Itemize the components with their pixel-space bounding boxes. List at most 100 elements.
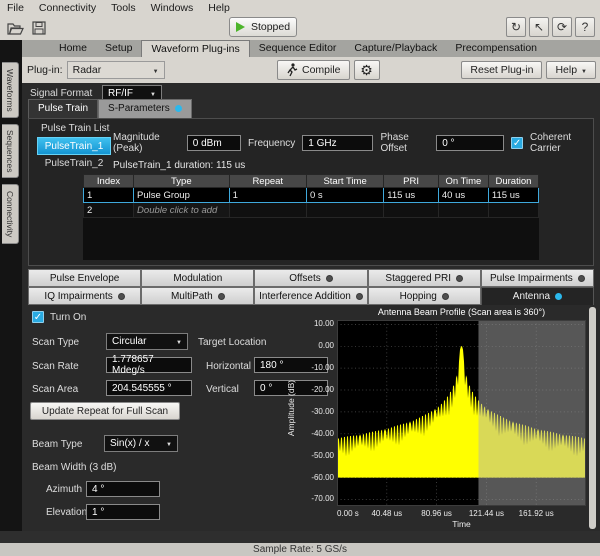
coherent-carrier-checkbox[interactable] (511, 137, 523, 149)
table-cell[interactable] (438, 203, 488, 218)
table-cell[interactable] (229, 203, 306, 218)
menu-help[interactable]: Help (208, 2, 230, 14)
menu-file[interactable]: File (7, 2, 24, 14)
scan-type-select[interactable]: Circular (106, 333, 188, 350)
column-header-index[interactable]: Index (84, 175, 134, 188)
tab-s-parameters[interactable]: S-Parameters (98, 99, 192, 118)
table-cell[interactable]: 2 (84, 203, 134, 218)
column-header-repeat[interactable]: Repeat (229, 175, 306, 188)
table-cell[interactable]: 115 us (488, 188, 538, 203)
pulse-table-container: IndexTypeRepeatStart TimePRIOn TimeDurat… (83, 174, 539, 260)
table-cell[interactable]: 1 (229, 188, 306, 203)
compile-settings-button[interactable] (354, 60, 380, 80)
status-dot-icon (175, 105, 182, 112)
tab-sequence-editor[interactable]: Sequence Editor (250, 40, 346, 57)
elevation-input[interactable]: 1 ° (86, 504, 160, 520)
y-axis-title: Amplitude (dB) (286, 363, 296, 453)
column-header-pri[interactable]: PRI (384, 175, 439, 188)
antenna-scrollbar[interactable] (589, 307, 596, 529)
table-cell[interactable]: Pulse Group (134, 188, 230, 203)
compile-button[interactable]: Compile (277, 60, 350, 80)
tab-setup[interactable]: Setup (96, 40, 141, 57)
x-axis-labels: 0.00 s40.48 us80.96 us121.44 us161.92 us (337, 509, 586, 519)
application-window: File Connectivity Tools Windows Help Stopped… (0, 0, 600, 556)
beam-type-select[interactable]: Sin(x) / x (104, 435, 178, 452)
magnitude-input[interactable]: 0 dBm (187, 135, 241, 151)
tab-capture-playback[interactable]: Capture/Playback (345, 40, 446, 57)
azimuth-input[interactable]: 4 ° (86, 481, 160, 497)
tab-staggered-pri[interactable]: Staggered PRI (368, 269, 481, 287)
table-row[interactable]: 2Double click to add (84, 203, 539, 218)
plugin-select[interactable]: Radar (67, 61, 165, 79)
column-header-duration[interactable]: Duration (488, 175, 538, 188)
tab-modulation[interactable]: Modulation (141, 269, 254, 287)
plugin-selected-value: Radar (73, 64, 102, 76)
table-cell[interactable]: 115 us (384, 188, 439, 203)
tab-label: Antenna (513, 291, 550, 302)
menu-windows[interactable]: Windows (151, 2, 194, 14)
tab-pulse-impairments[interactable]: Pulse Impairments (481, 269, 594, 287)
chevron-down-icon (581, 64, 587, 76)
table-cell[interactable]: 0 s (306, 188, 383, 203)
menu-tools[interactable]: Tools (111, 2, 136, 14)
rail-tab-waveforms[interactable]: Waveforms (2, 62, 19, 118)
chart-rest-region (478, 320, 586, 506)
column-header-on-time[interactable]: On Time (438, 175, 488, 188)
pulse-train-list: PulseTrain_1PulseTrain_2 (37, 137, 111, 173)
about-help-icon[interactable]: ? (575, 17, 595, 37)
tab-hopping[interactable]: Hopping (368, 287, 481, 305)
save-icon[interactable] (29, 18, 49, 37)
rail-tab-connectivity[interactable]: Connectivity (2, 184, 19, 244)
tab-multipath[interactable]: MultiPath (141, 287, 254, 305)
scan-area-input[interactable]: 204.545555 ° (106, 380, 192, 396)
compile-group: Compile (277, 60, 380, 80)
tab-label: Pulse Train (38, 103, 88, 114)
update-repeat-button[interactable]: Update Repeat for Full Scan (30, 402, 180, 420)
tab-antenna[interactable]: Antenna (481, 287, 594, 305)
beam-width-label: Beam Width (3 dB) (32, 462, 116, 473)
table-cell[interactable]: 40 us (438, 188, 488, 203)
tab-pulse-envelope[interactable]: Pulse Envelope (28, 269, 141, 287)
open-file-icon[interactable] (5, 18, 25, 37)
list-item-pulsetrain-1[interactable]: PulseTrain_1 (37, 137, 111, 155)
tab-iq-impairments[interactable]: IQ Impairments (28, 287, 141, 305)
status-dot-icon (555, 293, 562, 300)
help-button[interactable]: Help (546, 61, 596, 79)
column-header-start-time[interactable]: Start Time (306, 175, 383, 188)
tab-label: Pulse Impairments (490, 273, 573, 284)
run-state-button[interactable]: Stopped (229, 17, 297, 37)
plugin-bar-right: Reset Plug-in Help (461, 61, 596, 79)
y-axis-tick-label: 0.00 (299, 341, 334, 350)
status-dot-icon (456, 275, 463, 282)
tab-home[interactable]: Home (50, 40, 96, 57)
table-cell[interactable] (306, 203, 383, 218)
table-row[interactable]: 1Pulse Group10 s115 us40 us115 us (84, 188, 539, 203)
refresh-icon[interactable]: ↻ (506, 17, 526, 37)
reload-icon[interactable]: ⟳ (552, 17, 572, 37)
tab-precompensation[interactable]: Precompensation (446, 40, 546, 57)
tab-offsets[interactable]: Offsets (254, 269, 367, 287)
table-cell[interactable]: 1 (84, 188, 134, 203)
table-cell[interactable] (384, 203, 439, 218)
phase-offset-input[interactable]: 0 ° (436, 135, 504, 151)
scan-rate-input[interactable]: 1.778657 Mdeg/s (106, 357, 192, 373)
menu-connectivity[interactable]: Connectivity (39, 2, 96, 14)
reset-plugin-button[interactable]: Reset Plug-in (461, 61, 542, 79)
list-item-pulsetrain-2[interactable]: PulseTrain_2 (37, 155, 111, 173)
turn-on-checkbox[interactable] (32, 311, 44, 323)
column-header-type[interactable]: Type (134, 175, 230, 188)
restore-icon[interactable]: ↖ (529, 17, 549, 37)
pulse-train-panel: Pulse Train List PulseTrain_1PulseTrain_… (28, 118, 594, 266)
tab-waveform-plug-ins[interactable]: Waveform Plug-ins (141, 40, 249, 57)
status-dot-icon (218, 293, 225, 300)
horizontal-label: Horizontal (206, 361, 251, 372)
table-cell[interactable] (488, 203, 538, 218)
table-cell[interactable]: Double click to add (134, 203, 230, 218)
rail-tab-sequences[interactable]: Sequences (2, 124, 19, 178)
plugin-toolbar: Plug-in: Radar Compile Reset Plug-in Hel… (22, 57, 600, 83)
tab-interference-addition[interactable]: Interference Addition (254, 287, 367, 305)
frequency-input[interactable]: 1 GHz (302, 135, 373, 151)
y-axis-tick-label: 10.00 (299, 319, 334, 328)
tab-pulse-train[interactable]: Pulse Train (28, 99, 98, 118)
chevron-down-icon (166, 438, 172, 449)
